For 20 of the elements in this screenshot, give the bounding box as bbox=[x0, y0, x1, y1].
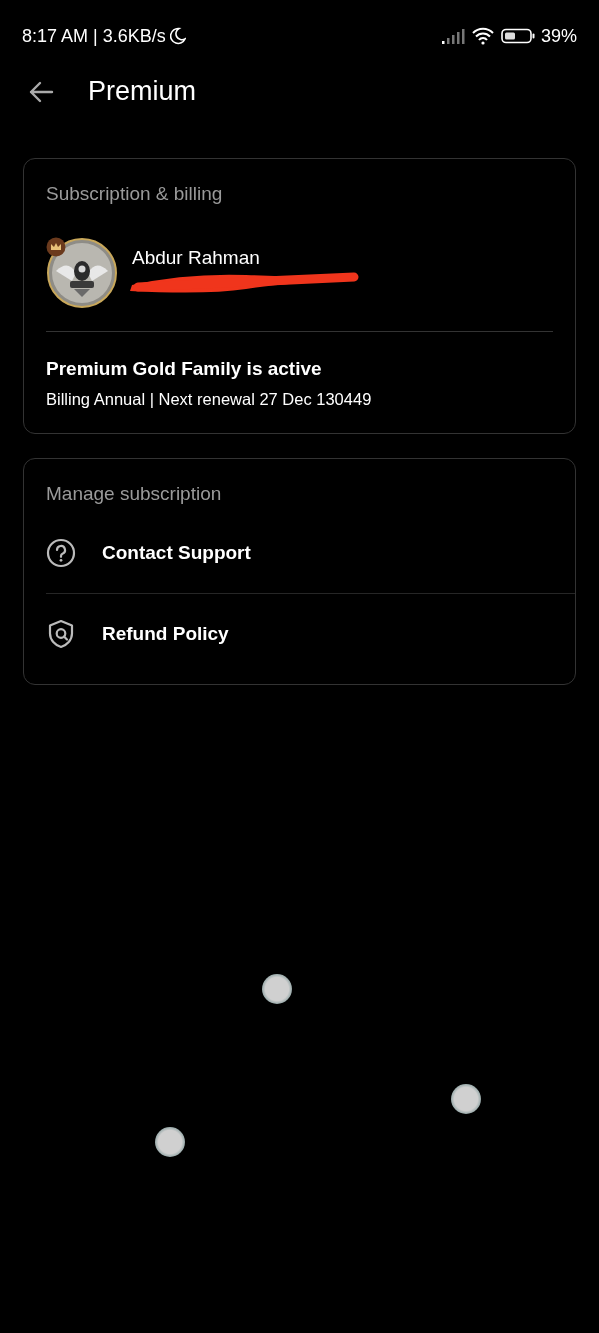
touch-indicator bbox=[155, 1127, 185, 1157]
user-name: Abdur Rahman bbox=[132, 247, 261, 269]
signal-icon bbox=[440, 28, 465, 44]
status-time: 8:17 AM | 3.6KB/s bbox=[22, 25, 166, 47]
touch-indicator bbox=[262, 974, 292, 1004]
touch-indicator bbox=[451, 1084, 481, 1114]
section-heading: Subscription & billing bbox=[46, 183, 224, 205]
wifi-icon bbox=[470, 27, 495, 45]
page-title: Premium bbox=[88, 76, 196, 107]
help-icon bbox=[46, 538, 76, 568]
shield-icon bbox=[46, 619, 76, 649]
crown-badge-icon bbox=[46, 237, 66, 257]
billing-info: Billing Annual | Next renewal 27 Dec 130449 bbox=[46, 390, 373, 409]
battery-icon bbox=[500, 28, 535, 44]
section-heading: Manage subscription bbox=[46, 483, 223, 505]
menu-item[interactable]: Refund Policy bbox=[46, 594, 575, 674]
moon-icon bbox=[169, 27, 186, 45]
battery-percent: 39% bbox=[540, 25, 577, 47]
plan-status: Premium Gold Family is active bbox=[46, 358, 323, 380]
menu-item[interactable]: Contact Support bbox=[46, 513, 575, 593]
